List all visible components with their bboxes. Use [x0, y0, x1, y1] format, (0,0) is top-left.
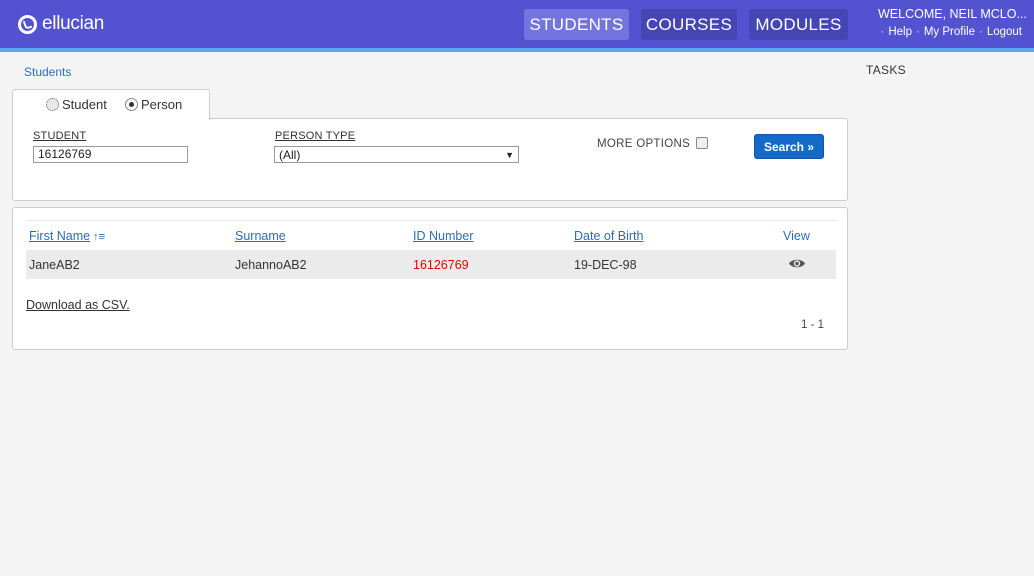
person-radio-option[interactable]: Person	[125, 97, 182, 112]
column-header-first-name[interactable]: First Name ↑≡	[29, 229, 105, 243]
logo-text: ellucian	[42, 13, 105, 34]
search-mode-tab: Student Person	[12, 89, 210, 120]
welcome-text: WELCOME, NEIL MCLO...	[878, 7, 1027, 21]
cell-surname: JehannoAB2	[235, 258, 307, 272]
link-separator: ·	[880, 26, 885, 38]
cell-id-number: 16126769	[413, 258, 469, 272]
table-row[interactable]: JaneAB2 JehannoAB2 16126769 19-DEC-98	[26, 250, 836, 279]
student-radio-option[interactable]: Student	[46, 97, 107, 112]
nav-modules-button[interactable]: MODULES	[749, 9, 848, 40]
results-divider	[26, 220, 836, 221]
link-separator: ·	[916, 26, 920, 38]
header-accent-stripe	[0, 48, 1034, 52]
column-header-id-number[interactable]: ID Number	[413, 229, 473, 243]
results-panel: First Name ↑≡ Surname ID Number Date of B…	[12, 207, 848, 350]
nav-students-button[interactable]: STUDENTS	[524, 9, 629, 40]
first-name-header-label: First Name	[29, 229, 91, 243]
nav-courses-button[interactable]: COURSES	[641, 9, 737, 40]
pagination-count: 1 - 1	[801, 319, 825, 331]
eye-icon[interactable]	[788, 257, 806, 273]
student-field-label: STUDENT	[33, 130, 87, 142]
logout-link[interactable]: Logout	[987, 26, 1022, 38]
cell-date-of-birth: 19-DEC-98	[574, 258, 637, 272]
header-links: · Help · My Profile · Logout	[881, 26, 1023, 38]
person-radio-label: Person	[141, 97, 183, 112]
top-header: ellucian STUDENTS COURSES MODULES WELCOM…	[0, 0, 1034, 48]
student-input[interactable]: 16126769	[33, 146, 188, 163]
sort-ascending-icon[interactable]: ↑≡	[93, 231, 105, 243]
more-options-checkbox[interactable]	[696, 137, 708, 149]
breadcrumb-students[interactable]: Students	[24, 65, 71, 79]
column-header-date-of-birth[interactable]: Date of Birth	[574, 229, 643, 243]
ellucian-logo-icon	[18, 14, 37, 34]
person-radio[interactable]	[125, 98, 138, 111]
person-type-label: PERSON TYPE	[275, 130, 356, 142]
column-header-surname[interactable]: Surname	[235, 229, 286, 243]
column-header-view: View	[783, 229, 810, 243]
link-separator: ·	[978, 26, 983, 38]
more-options-label: MORE OPTIONS	[597, 138, 691, 150]
person-type-select[interactable]: (All) ▼	[274, 146, 519, 163]
my-profile-link[interactable]: My Profile	[924, 26, 975, 38]
cell-first-name: JaneAB2	[29, 258, 80, 272]
student-radio-label: Student	[62, 97, 107, 112]
download-csv-link[interactable]: Download as CSV.	[26, 298, 130, 312]
dropdown-arrow-icon: ▼	[505, 149, 514, 160]
help-link[interactable]: Help	[888, 26, 912, 38]
tasks-heading: TASKS	[866, 63, 906, 77]
person-type-value: (All)	[279, 147, 301, 162]
student-radio[interactable]	[46, 98, 59, 111]
search-panel: STUDENT 16126769 PERSON TYPE (All) ▼ MOR…	[12, 118, 848, 201]
ellucian-logo[interactable]: ellucian	[18, 12, 104, 36]
search-button[interactable]: Search »	[754, 134, 824, 159]
